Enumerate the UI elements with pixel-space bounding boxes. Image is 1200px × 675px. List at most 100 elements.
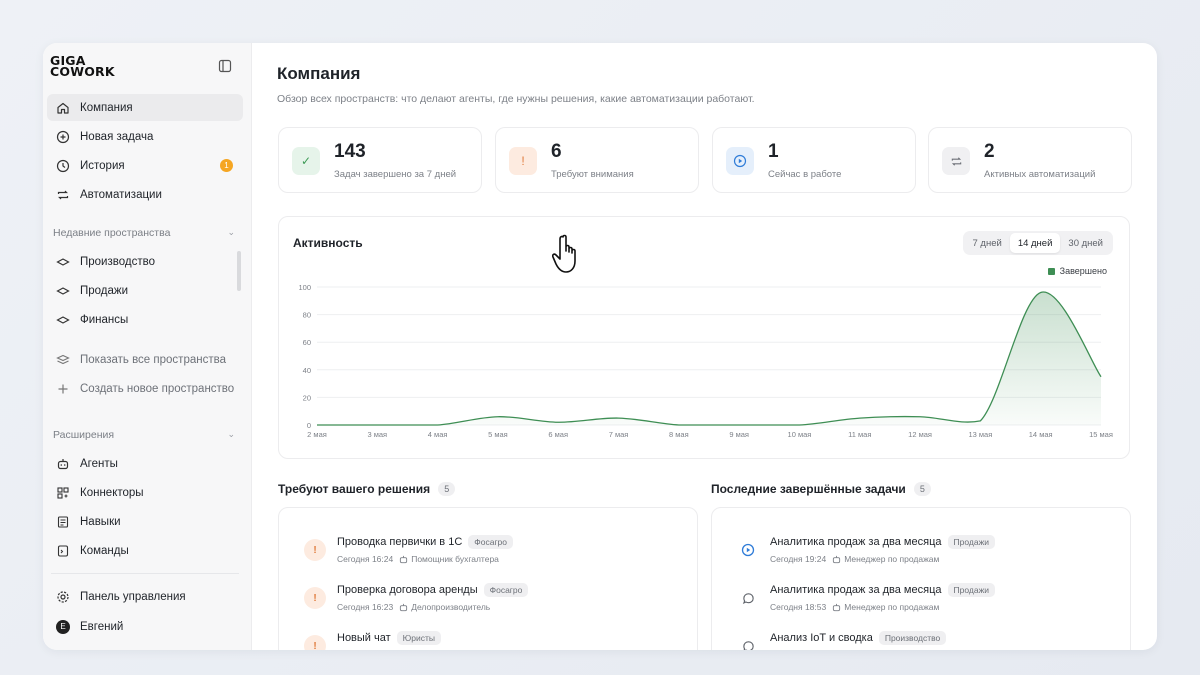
list-item[interactable]: Аналитика продаж за два месяца Продажи Сег…: [737, 533, 1117, 573]
alert-icon: !: [304, 539, 326, 561]
user-name: Евгений: [80, 620, 124, 633]
x-tick-label: 3 мая: [367, 430, 387, 439]
sidebar-item-company[interactable]: Компания: [47, 94, 243, 121]
history-badge: 1: [220, 159, 233, 172]
control-panel-button[interactable]: Панель управления: [47, 583, 243, 610]
list-item[interactable]: ! Проводка первички в 1С Фосагро Сегодня 16…: [304, 533, 684, 573]
sidebar-item-label: История: [80, 159, 125, 172]
sidebar-item-label: Агенты: [80, 457, 118, 470]
command-icon: [55, 543, 71, 559]
y-tick-label: 100: [298, 283, 311, 292]
data-point[interactable]: [676, 423, 681, 428]
stat-label: Задач завершено за 7 дней: [334, 169, 457, 180]
section-title: Требуют вашего решения: [278, 482, 431, 496]
stat-label: Сейчас в работе: [768, 169, 842, 180]
agent-icon: [55, 456, 71, 472]
y-tick-label: 60: [303, 338, 311, 347]
chart-title: Активность: [293, 236, 363, 250]
play-icon: [726, 147, 754, 175]
sidebar-item-new-task[interactable]: Новая задача: [47, 123, 243, 150]
series-line: [316, 291, 1102, 426]
history-icon: [55, 158, 71, 174]
alert-icon: !: [304, 635, 326, 650]
user-profile[interactable]: Е Евгений: [47, 613, 243, 640]
x-tick-label: 9 мая: [729, 430, 749, 439]
item-meta: Сегодня 19:24 Менеджер по продажам: [770, 554, 939, 564]
show-all-spaces-button[interactable]: Показать все пространства: [47, 346, 243, 373]
data-point[interactable]: [857, 416, 862, 421]
check-icon: ✓: [292, 147, 320, 175]
sidebar-item-label: Производство: [80, 255, 155, 268]
stat-card-automations[interactable]: 2 Активных автоматизаций: [928, 127, 1132, 193]
connector-icon: [55, 485, 71, 501]
series-area: [317, 292, 1101, 425]
x-tick-label: 14 мая: [1029, 430, 1053, 439]
item-title: Аналитика продаж за два месяца Продажи: [770, 583, 995, 597]
chevron-down-icon: ⌄: [227, 227, 235, 237]
main-content: Компания Обзор всех пространств: что дел…: [252, 43, 1157, 650]
data-point[interactable]: [556, 420, 561, 425]
data-point[interactable]: [918, 414, 923, 419]
sidebar-item-connectors[interactable]: Коннекторы: [47, 479, 243, 506]
list-item[interactable]: !Новый чатЮристыВчера 16:15Цепочки коопе…: [304, 629, 684, 650]
stat-card-attention[interactable]: ! 6 Требуют внимания: [495, 127, 699, 193]
item-title-text: Новый чат: [337, 632, 391, 644]
data-point[interactable]: [978, 418, 983, 423]
data-point[interactable]: [315, 423, 320, 428]
range-14-days[interactable]: 14 дней: [1009, 233, 1061, 253]
item-agent: Делопроизводитель: [411, 602, 491, 612]
create-space-button[interactable]: Создать новое пространство: [47, 375, 243, 402]
legend-label: Завершено: [1059, 266, 1107, 276]
recent-spaces-header[interactable]: Недавние пространства ⌄: [53, 227, 235, 239]
sidebar-item-finance[interactable]: Финансы: [47, 306, 243, 333]
chat-icon: [737, 587, 759, 609]
page-title: Компания: [277, 64, 361, 83]
x-tick-label: 12 мая: [908, 430, 932, 439]
data-point[interactable]: [435, 423, 440, 428]
chart-legend: Завершено: [1047, 266, 1107, 276]
extensions-header[interactable]: Расширения ⌄: [53, 429, 235, 441]
list-item[interactable]: ! Проверка договора аренды Фосагро Сегодня …: [304, 581, 684, 621]
data-point[interactable]: [375, 423, 380, 428]
sidebar-item-label: Команды: [80, 544, 129, 557]
x-tick-label: 15 мая: [1089, 430, 1113, 439]
item-tag: Юристы: [396, 631, 441, 645]
y-tick-label: 20: [303, 393, 311, 402]
range-30-days[interactable]: 30 дней: [1060, 233, 1111, 253]
sidebar-item-skills[interactable]: Навыки: [47, 508, 243, 535]
sidebar-item-production[interactable]: Производство: [47, 248, 243, 275]
item-tag: Фосагро: [468, 535, 514, 549]
sidebar-item-agents[interactable]: Агенты: [47, 450, 243, 477]
section-title: Последние завершённые задачи: [711, 482, 906, 496]
stat-card-in-progress[interactable]: 1 Сейчас в работе: [712, 127, 916, 193]
agent-icon: [833, 603, 841, 611]
page-subtitle: Обзор всех пространств: что делают агент…: [277, 93, 755, 105]
logo[interactable]: GIGA COWORK: [50, 54, 115, 78]
completed-header: Последние завершённые задачи 5: [711, 482, 931, 496]
alert-icon: !: [304, 587, 326, 609]
range-selector[interactable]: 7 дней 14 дней 30 дней: [962, 231, 1113, 255]
data-point[interactable]: [737, 423, 742, 428]
list-item[interactable]: Аналитика продаж за два месяца Продажи Сег…: [737, 581, 1117, 621]
item-title: Проводка первички в 1С Фосагро: [337, 535, 514, 549]
item-tag: Продажи: [947, 535, 995, 549]
item-meta: Сегодня 16:24 Помощник бухгалтера: [337, 554, 499, 564]
list-item[interactable]: Анализ IoT и сводкаПроизводствоСегодня 1…: [737, 629, 1117, 650]
data-point[interactable]: [495, 414, 500, 419]
data-point[interactable]: [797, 423, 802, 428]
sidebar-item-sales[interactable]: Продажи: [47, 277, 243, 304]
data-point[interactable]: [1099, 374, 1104, 379]
data-point[interactable]: [1038, 290, 1043, 295]
sidebar-item-commands[interactable]: Команды: [47, 537, 243, 564]
x-tick-label: 4 мая: [428, 430, 448, 439]
range-7-days[interactable]: 7 дней: [965, 233, 1010, 253]
data-point[interactable]: [616, 416, 621, 421]
space-icon: [55, 312, 71, 328]
sidebar-toggle-icon[interactable]: [218, 59, 232, 73]
sidebar-item-label: Панель управления: [80, 590, 186, 603]
stat-card-completed[interactable]: ✓ 143 Задач завершено за 7 дней: [278, 127, 482, 193]
sidebar-item-history[interactable]: История 1: [47, 152, 243, 179]
item-time: Сегодня 16:24: [337, 554, 394, 564]
sidebar-item-automations[interactable]: Автоматизации: [47, 181, 243, 208]
x-tick-label: 5 мая: [488, 430, 508, 439]
